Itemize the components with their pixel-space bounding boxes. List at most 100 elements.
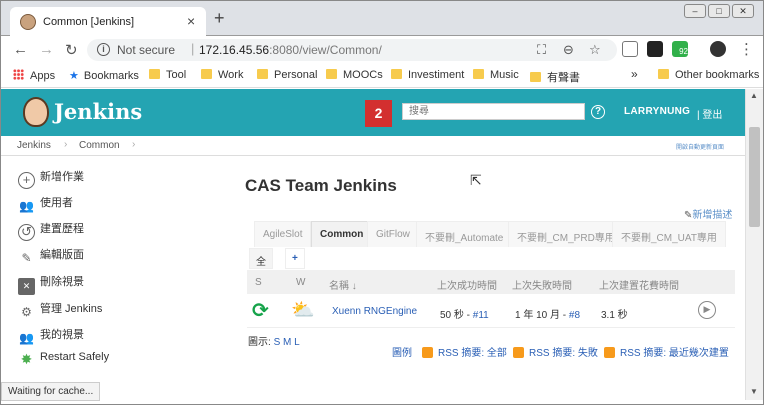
breadcrumb-jenkins[interactable]: Jenkins	[17, 140, 51, 151]
bookmark-bookmarks[interactable]: ★ Bookmarks	[69, 69, 139, 82]
sidebar-item-edit-view[interactable]: ✎ 編輯版面	[18, 246, 84, 265]
folder-icon	[201, 69, 212, 79]
help-icon[interactable]: ?	[591, 105, 605, 119]
close-tab-icon[interactable]: ×	[187, 13, 195, 29]
bookmark-label: Music	[490, 69, 519, 81]
last-failure-build-link[interactable]: #8	[569, 310, 580, 321]
delete-icon: ✕	[18, 278, 35, 295]
column-last-failure[interactable]: 上次失敗時間	[512, 277, 572, 292]
minimize-button[interactable]: –	[684, 4, 706, 18]
translate-icon[interactable]: ⛶	[537, 42, 546, 58]
rss-failed-link[interactable]: RSS 摘要: 失敗	[513, 344, 598, 359]
rss-latest-label: RSS 摘要: 最近幾次建置	[620, 348, 729, 359]
mouse-cursor-icon: ⇱	[470, 172, 482, 188]
extension-dark-icon[interactable]	[647, 41, 663, 57]
new-view-button[interactable]: +	[285, 248, 305, 269]
bookmark-star-icon[interactable]: ☆	[589, 42, 601, 58]
scroll-down-icon[interactable]: ▼	[750, 387, 758, 396]
sidebar-item-new-job[interactable]: + 新增作業	[18, 168, 84, 189]
sidebar-item-label: 使用者	[40, 197, 73, 209]
logout-link[interactable]: | 登出	[697, 106, 722, 121]
column-weather[interactable]: W	[296, 277, 305, 288]
last-duration: 3.1 秒	[601, 310, 628, 321]
add-description-label: 新增描述	[692, 210, 733, 221]
jenkins-logo-text[interactable]: Jenkins	[54, 99, 142, 124]
omnibox[interactable]: i Not secure | 172.16.45.56:8080/view/Co…	[87, 39, 617, 61]
back-icon[interactable]: ←	[13, 41, 28, 58]
info-icon[interactable]: i	[97, 43, 110, 56]
column-status[interactable]: S	[255, 277, 262, 288]
rss-latest-link[interactable]: RSS 摘要: 最近幾次建置	[604, 344, 729, 359]
sidebar-item-label: Restart Safely	[40, 351, 110, 363]
profile-avatar-icon[interactable]	[710, 41, 726, 57]
search-input[interactable]	[402, 103, 585, 120]
job-name-link[interactable]: Xuenn RNGEngine	[332, 306, 417, 317]
sidebar-item-people[interactable]: 👥 使用者	[18, 194, 73, 213]
tab-gitflow[interactable]: GitFlow	[367, 221, 419, 247]
url-text[interactable]: 172.16.45.56:8080/view/Common/	[199, 43, 382, 57]
column-name[interactable]: 名稱 ↓	[329, 277, 357, 292]
column-last-success[interactable]: 上次成功時間	[437, 277, 497, 292]
scroll-thumb[interactable]	[749, 127, 760, 227]
sidebar-item-label: 管理 Jenkins	[40, 303, 103, 315]
bookmark-audiobooks[interactable]: 有聲書	[530, 69, 580, 85]
new-tab-button[interactable]: +	[214, 9, 225, 27]
extension-tab-icon[interactable]	[622, 41, 638, 57]
page-scrollbar[interactable]: ▲ ▼	[745, 89, 763, 400]
bookmark-apps[interactable]: Apps	[13, 69, 55, 82]
icon-size-options[interactable]: S M L	[274, 337, 300, 348]
tab-automate[interactable]: 不要刪_Automate	[416, 221, 513, 247]
tab-agileslot[interactable]: AgileSlot	[254, 221, 312, 247]
notification-badge[interactable]: 2	[365, 100, 392, 127]
auto-refresh-link[interactable]: 開啟自動更新頁面	[676, 142, 724, 151]
breadcrumb-common[interactable]: Common	[79, 140, 120, 151]
last-success-build-link[interactable]: #11	[473, 310, 489, 321]
bookmark-personal[interactable]: Personal	[257, 69, 317, 81]
menu-icon[interactable]: ⋮	[739, 40, 754, 58]
legend-link[interactable]: 圖例	[392, 344, 412, 359]
schedule-build-icon[interactable]: ▶	[698, 301, 716, 319]
folder-icon	[530, 72, 541, 82]
rss-failed-label: RSS 摘要: 失敗	[529, 348, 598, 359]
bookmark-tool[interactable]: Tool	[149, 69, 186, 81]
jenkins-logo-icon[interactable]	[23, 97, 49, 127]
close-window-button[interactable]: ✕	[732, 4, 754, 18]
edit-icon: ✎	[21, 251, 32, 265]
tab-cm-prd[interactable]: 不要刪_CM_PRD專用	[508, 221, 624, 247]
last-success-time: 50 秒 -	[440, 310, 473, 321]
bookmark-music[interactable]: Music	[473, 69, 519, 81]
bookmarks-overflow-button[interactable]: »	[631, 67, 638, 81]
forward-icon[interactable]: →	[39, 41, 54, 58]
rss-all-link[interactable]: RSS 摘要: 全部	[422, 344, 507, 359]
tab-common[interactable]: Common	[311, 221, 373, 247]
status-bar: Waiting for cache...	[1, 382, 101, 401]
breadcrumb-separator: ›	[64, 139, 68, 150]
zoom-icon[interactable]: ⊖	[563, 42, 574, 58]
bookmark-moocs[interactable]: MOOCs	[326, 69, 383, 81]
bookmark-investiment[interactable]: Investiment	[391, 69, 464, 81]
bookmarks-bar: Apps ★ Bookmarks Tool Work Personal MOOCs…	[1, 64, 763, 88]
sidebar-item-my-views[interactable]: 👥 我的視景	[18, 326, 84, 345]
tab-all[interactable]: 全部	[249, 248, 273, 283]
jenkins-header: Jenkins 2 ? LARRYNUNG | 登出	[1, 89, 745, 136]
other-bookmarks[interactable]: Other bookmarks	[658, 69, 759, 81]
sidebar-item-restart-safely[interactable]: ✸ Restart Safely	[18, 351, 109, 369]
breadcrumb-separator[interactable]: ›	[132, 139, 135, 150]
sidebar-item-manage-jenkins[interactable]: ⚙ 管理 Jenkins	[18, 300, 103, 319]
scroll-up-icon[interactable]: ▲	[750, 91, 758, 100]
maximize-button[interactable]: □	[708, 4, 730, 18]
reload-icon[interactable]: ↻	[65, 41, 78, 59]
add-icon: +	[18, 172, 35, 189]
restart-icon: ✸	[20, 351, 33, 367]
add-description-link[interactable]: ✎新增描述	[684, 206, 732, 221]
user-link[interactable]: LARRYNUNG	[624, 106, 690, 117]
tab-cm-uat[interactable]: 不要刪_CM_UAT專用	[612, 221, 726, 247]
bookmark-work[interactable]: Work	[201, 69, 243, 81]
sidebar-item-delete-view[interactable]: ✕ 刪除視景	[18, 273, 84, 295]
browser-tab[interactable]: Common [Jenkins] ×	[10, 7, 206, 37]
sidebar-item-label: 我的視景	[40, 329, 84, 341]
column-last-duration[interactable]: 上次建置花費時間	[599, 277, 679, 292]
url-host: 172.16.45.56	[199, 43, 270, 57]
extension-chat-icon[interactable]: 92	[672, 41, 688, 57]
sidebar-item-build-history[interactable]: ↺ 建置歷程	[18, 220, 84, 241]
